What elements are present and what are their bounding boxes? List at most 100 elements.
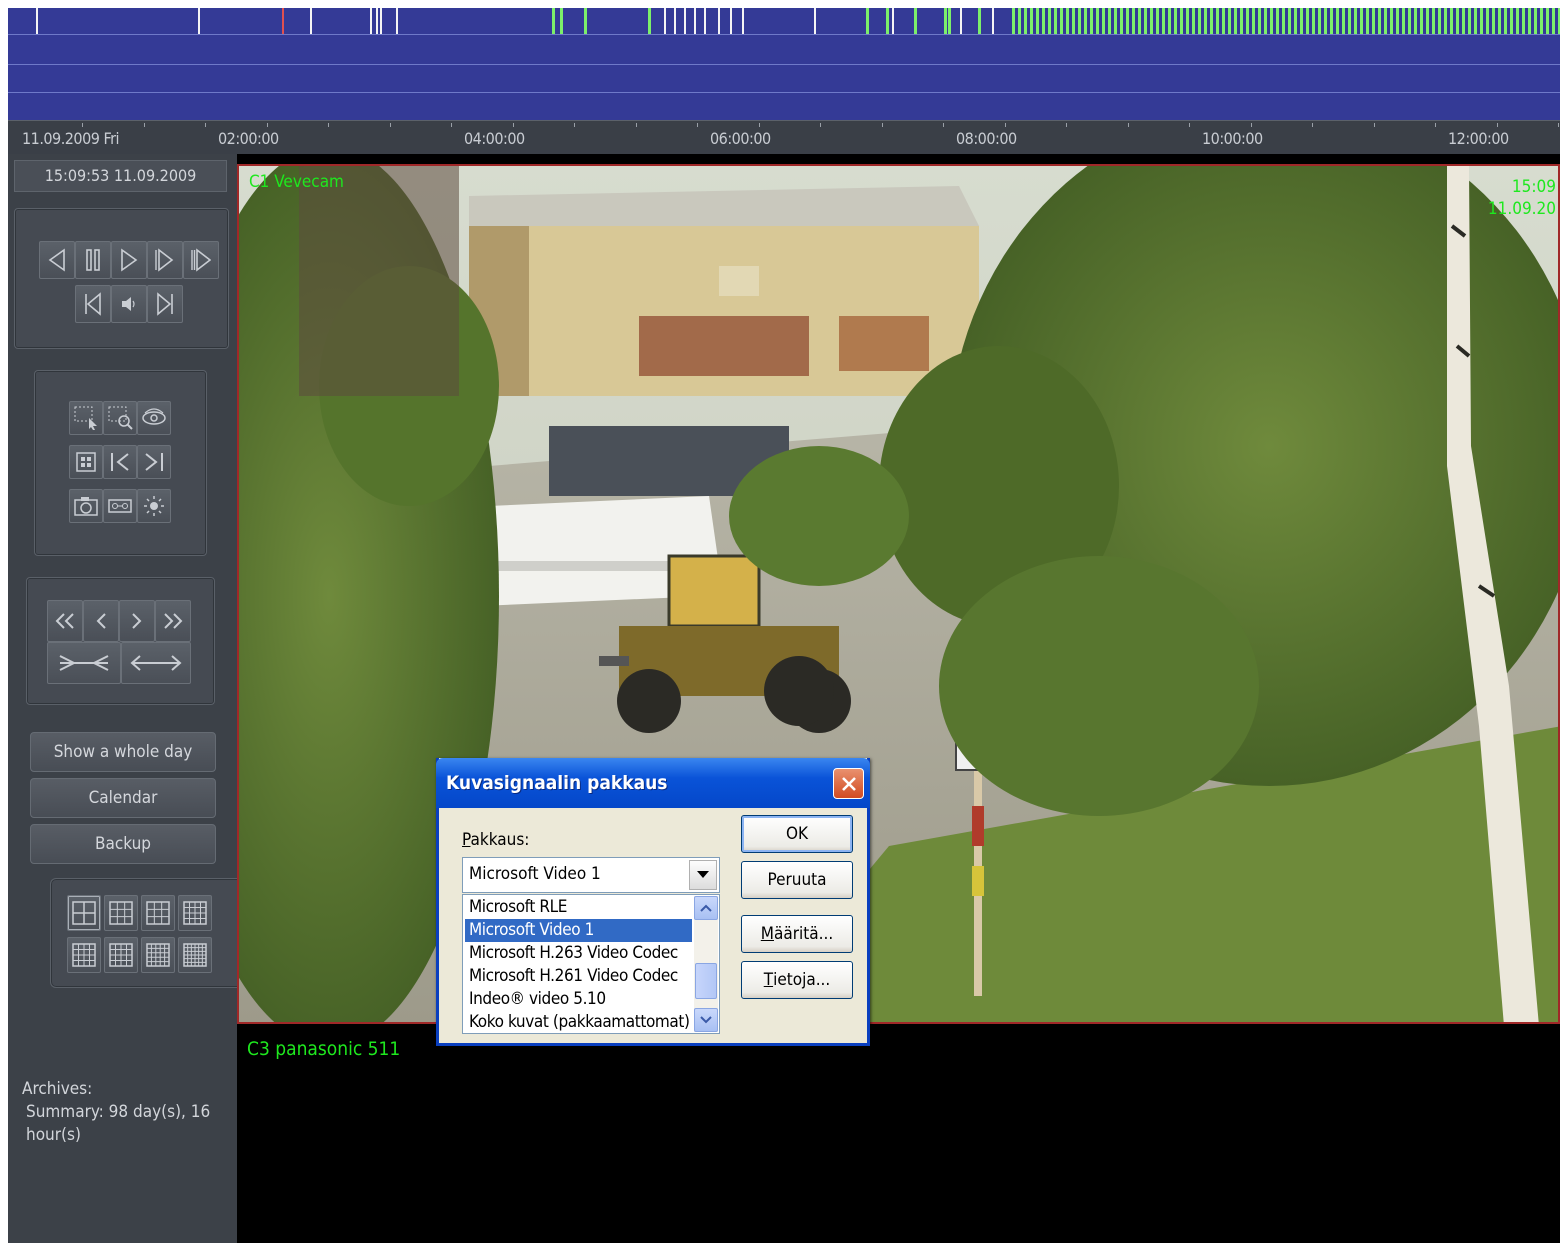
pause-button[interactable] xyxy=(75,241,111,279)
timeline-event-mark xyxy=(1216,8,1219,34)
codec-list[interactable]: Microsoft RLE Microsoft Video 1 Microsof… xyxy=(462,894,720,1034)
layout-1plus5-button[interactable] xyxy=(141,895,175,931)
timeline-event-mark xyxy=(944,8,947,34)
sun-icon xyxy=(144,496,164,516)
scroll-up-button[interactable] xyxy=(694,896,718,920)
timeline-track[interactable] xyxy=(8,8,1560,120)
compression-label: Pakkaus: xyxy=(462,830,529,850)
layout-5x5-button[interactable] xyxy=(141,937,175,973)
timeline-event-mark xyxy=(1078,8,1081,34)
timeline-event-mark xyxy=(1420,8,1423,34)
layout-button[interactable] xyxy=(69,445,103,479)
fastest-play-button[interactable] xyxy=(183,241,219,279)
ruler-tick xyxy=(266,123,268,127)
ruler-hour-label: 10:00:00 xyxy=(1202,129,1263,148)
timeline-event-mark xyxy=(1018,8,1021,34)
zoom-area-button[interactable] xyxy=(103,401,137,435)
export-video-button[interactable] xyxy=(103,489,137,523)
timeline-event-mark xyxy=(1330,8,1333,34)
play-button[interactable] xyxy=(111,241,147,279)
triangle-down-icon xyxy=(697,871,709,878)
timeline-event-mark xyxy=(1072,8,1075,34)
next-frame-button[interactable] xyxy=(147,285,183,323)
snapshot-button[interactable] xyxy=(69,489,103,523)
timeline-event-mark xyxy=(1444,8,1447,34)
timeline-event-mark xyxy=(866,8,869,34)
layout-1plus12-button[interactable] xyxy=(104,937,138,973)
timeline-event-mark xyxy=(1042,8,1045,34)
calendar-button[interactable]: Calendar xyxy=(30,778,216,818)
timeline-event-mark xyxy=(1504,8,1507,34)
scroll-down-button[interactable] xyxy=(694,1008,718,1032)
mark-end-button[interactable] xyxy=(137,445,171,479)
dialog-titlebar[interactable]: Kuvasignaalin pakkaus xyxy=(436,758,870,808)
show-whole-day-button[interactable]: Show a whole day xyxy=(30,732,216,772)
select-area-button[interactable] xyxy=(69,401,103,435)
zoom-out-timeline-button[interactable] xyxy=(121,642,191,684)
double-chevron-right-icon xyxy=(164,613,183,629)
step-back-button[interactable] xyxy=(83,600,119,642)
timeline-event-mark xyxy=(1372,8,1375,34)
reverse-play-button[interactable] xyxy=(39,241,75,279)
grid-layout-icon xyxy=(146,901,170,925)
step-forward-button[interactable] xyxy=(119,600,155,642)
codec-option[interactable]: Indeo® video 5.10 xyxy=(465,988,692,1011)
backup-button[interactable]: Backup xyxy=(30,824,216,864)
grid-layout-icon xyxy=(183,901,207,925)
previous-frame-button[interactable] xyxy=(75,285,111,323)
compression-dialog: Kuvasignaalin pakkaus Pakkaus: Microsoft… xyxy=(436,758,870,1046)
camera-title-c3: C3 panasonic 511 xyxy=(247,1038,401,1060)
rewind-fast-button[interactable] xyxy=(47,600,83,642)
configure-button[interactable]: Määritä... xyxy=(741,915,853,953)
grid-layout-icon xyxy=(72,901,96,925)
layout-4x4-button[interactable] xyxy=(178,895,212,931)
ok-button[interactable]: OK xyxy=(741,815,853,853)
layout-6x6-button[interactable] xyxy=(178,937,212,973)
layout-1plus7-button[interactable] xyxy=(67,937,101,973)
zoom-area-icon xyxy=(108,406,133,430)
scroll-thumb[interactable] xyxy=(695,963,717,999)
timeline-event-mark xyxy=(560,8,563,34)
codec-option[interactable]: Microsoft H.261 Video Codec xyxy=(465,965,692,988)
ruler-tick xyxy=(1189,123,1190,127)
codec-option-selected[interactable]: Microsoft Video 1 xyxy=(465,919,692,942)
layout-3x3-button[interactable] xyxy=(104,895,138,931)
forward-fast-button[interactable] xyxy=(155,600,191,642)
timeline-event-mark xyxy=(1366,8,1369,34)
cancel-button[interactable]: Peruuta xyxy=(741,861,853,899)
ruler-tick xyxy=(820,123,821,127)
close-button[interactable] xyxy=(833,768,864,799)
view-button[interactable] xyxy=(137,401,171,435)
about-label: ietoja... xyxy=(773,970,831,990)
timeline-event-mark xyxy=(1534,8,1537,34)
codec-option[interactable]: Koko kuvat (pakkaamattomat) xyxy=(465,1011,692,1033)
about-button[interactable]: Tietoja... xyxy=(741,961,853,999)
timeline-event-mark xyxy=(1516,8,1519,34)
list-scrollbar[interactable] xyxy=(694,896,718,1032)
fast-play-button[interactable] xyxy=(147,241,183,279)
layout-2x2-button[interactable] xyxy=(67,895,101,931)
timeline-event-mark xyxy=(1300,8,1303,34)
sound-button[interactable] xyxy=(111,285,147,323)
compression-select[interactable]: Microsoft Video 1 xyxy=(462,857,720,893)
archives-label: Archives: xyxy=(22,1079,93,1099)
codec-option[interactable]: Microsoft RLE xyxy=(465,896,692,919)
brightness-button[interactable] xyxy=(137,489,171,523)
mark-start-button[interactable] xyxy=(103,445,137,479)
archives-info: Archives: Summary: 98 day(s), 16 hour(s) xyxy=(22,1078,222,1147)
ruler-tick xyxy=(1312,123,1313,127)
ruler-tick xyxy=(328,123,329,127)
timeline-event-mark xyxy=(1102,8,1105,34)
zoom-in-timeline-button[interactable] xyxy=(47,642,121,684)
dropdown-button[interactable] xyxy=(689,860,717,890)
ruler-tick xyxy=(881,123,883,127)
timeline-event-mark xyxy=(1306,8,1309,34)
reverse-play-icon xyxy=(48,248,65,272)
timeline-event-mark xyxy=(978,8,981,34)
codec-option[interactable]: Microsoft H.263 Video Codec xyxy=(465,942,692,965)
timeline-event-mark xyxy=(1552,8,1555,34)
time-ruler[interactable]: 11.09.2009 Fri 02:00:00 04:00:00 06:00:0… xyxy=(8,120,1560,154)
timeline-event-mark xyxy=(1282,8,1285,34)
timeline-event-mark xyxy=(1336,8,1339,34)
grid-small-icon xyxy=(76,452,96,472)
